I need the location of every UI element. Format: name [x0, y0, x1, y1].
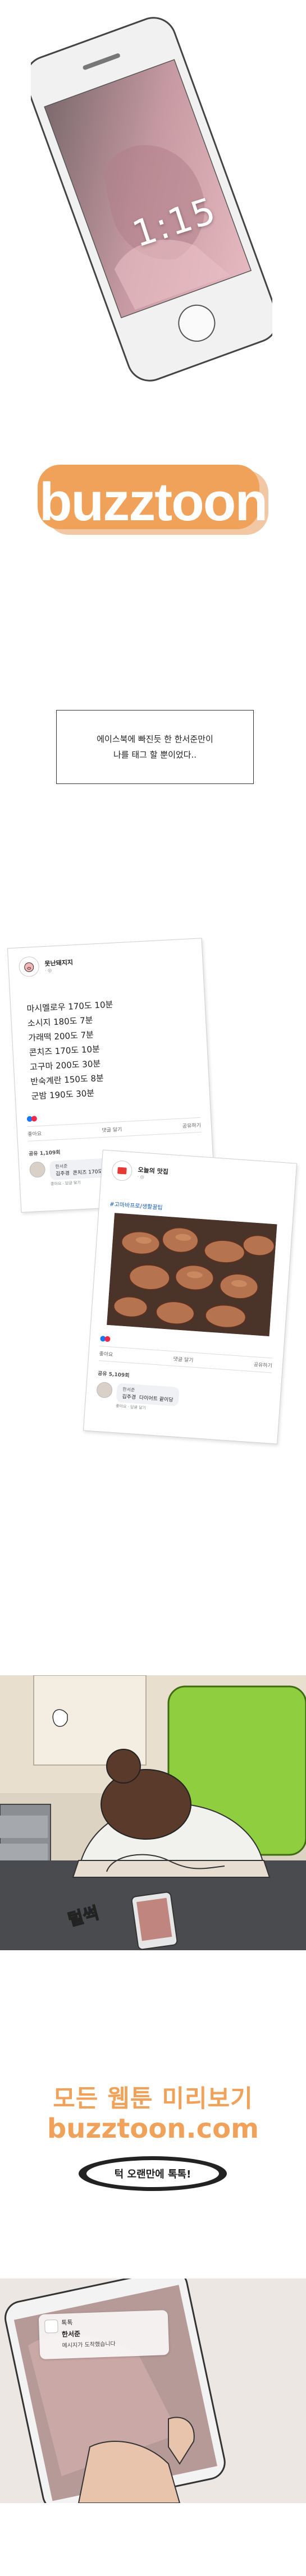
comment: 한서준 김주경 다이어트 끝이당 좋아요 · 답글 달기 [95, 1381, 270, 1419]
like-button[interactable]: 좋아요 [99, 1350, 113, 1358]
share-button[interactable]: 공유하기 [253, 1360, 272, 1369]
comment-button[interactable]: 댓글 달기 [173, 1355, 194, 1363]
phone-illustration [24, 17, 279, 382]
share-button[interactable]: 공유하기 [182, 1121, 202, 1130]
chat-app-icon [44, 2319, 58, 2334]
ad-url[interactable]: buzztoon.com [0, 2113, 306, 2144]
post-header: 못난돼지지 · ◎ [18, 954, 74, 978]
share-count: 공유 1,109회 [28, 1149, 61, 1157]
comment-bubble: 한서준 김주경 다이어트 끝이당 [116, 1383, 180, 1407]
narration-line-2: 나를 태그 할 뿐이었다.. [113, 750, 197, 760]
post-actions: 좋아요 댓글 달기 공유하기 [98, 1345, 273, 1373]
page-avatar [111, 1159, 133, 1182]
like-button[interactable]: 좋아요 [28, 1130, 42, 1138]
comment-text: 다이어트 끝이당 [139, 1395, 173, 1404]
comment-tag[interactable]: 김주경 [122, 1394, 136, 1401]
post-time-icon: · ◎ [44, 967, 52, 973]
notification-sender: 한서준 [61, 2330, 81, 2339]
ad-badge: 턱 오랜만에 톡톡! [77, 2155, 229, 2192]
share-count: 공유 5,109회 [97, 1370, 130, 1379]
ad-badge-text: 턱 오랜만에 톡톡! [105, 2163, 200, 2184]
narration-box: 에이스북에 빠진듯 한 한서준만이 나를 태그 할 뿐이었다.. [56, 710, 254, 784]
post-hashtag[interactable]: #고마바프로/생활꿀팁 [109, 1199, 163, 1212]
facebook-post-2: 오늘의 맛집 · ◎ #고마바프로/생활꿀팁 좋아요 댓글 달기 공유하기 공유… [83, 1149, 298, 1445]
notification-app-name: 톡톡 [61, 2318, 73, 2327]
sleeping-scene-panel: 털썩 [0, 1675, 306, 1950]
post-actions: 좋아요 댓글 달기 공유하기 [27, 1117, 202, 1142]
recipe-list: 마시멜로우 170도 10분 소시지 180도 7분 가래떡 200도 7분 콘… [26, 997, 118, 1104]
reaction-summary [26, 1116, 38, 1122]
scene-illustration [0, 1675, 306, 1950]
love-reaction-icon [31, 1116, 38, 1122]
ad-headline: 모든 웹툰 미리보기 [53, 2085, 253, 2113]
buzztoon-logo: buzztoon [31, 460, 275, 544]
page-avatar [18, 956, 40, 978]
commenter-avatar [29, 1161, 46, 1178]
grilled-food-photo [107, 1213, 277, 1337]
commenter-avatar [96, 1381, 113, 1399]
post-author[interactable]: 못난돼지지 [44, 957, 73, 968]
food-illustration [107, 1213, 277, 1337]
reaction-summary [100, 1336, 111, 1342]
message-notification[interactable]: 톡톡 한서준 메시지가 도착했습니다 [38, 2310, 170, 2359]
narration-line-1: 에이스북에 빠진듯 한 한서준만이 [97, 734, 213, 744]
comment-tag[interactable]: 김주경 [56, 1171, 70, 1177]
notification-panel: 톡톡 한서준 메시지가 도착했습니다 [0, 2279, 306, 2503]
restaurant-logo-icon [117, 1167, 127, 1175]
pig-icon [24, 962, 34, 972]
post-header: 오늘의 맛집 · ◎ [111, 1159, 169, 1184]
phone-lockscreen-panel: 1:15 [24, 17, 279, 382]
notification-message: 메시지가 도착했습니다 [62, 2341, 116, 2349]
logo-wordmark: buzztoon [39, 472, 268, 532]
comment-button[interactable]: 댓글 달기 [102, 1125, 122, 1134]
love-reaction-icon [104, 1336, 111, 1342]
